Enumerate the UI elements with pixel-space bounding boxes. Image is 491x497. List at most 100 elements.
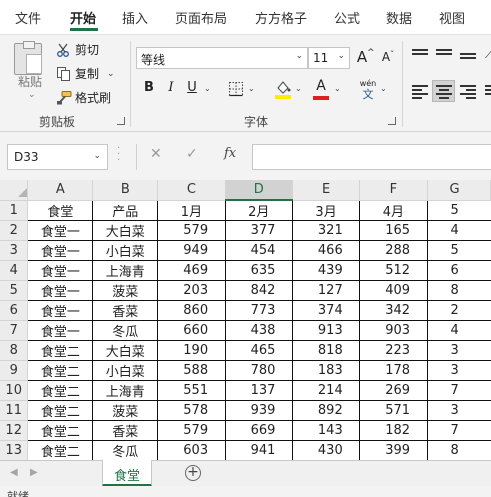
align-bottom-icon[interactable]: [460, 53, 476, 66]
cell[interactable]: 892: [291, 400, 361, 421]
column-header[interactable]: B: [92, 180, 159, 201]
cell[interactable]: 大白菜: [92, 340, 159, 361]
cell[interactable]: 食堂一: [27, 320, 94, 341]
name-box[interactable]: D33 ⌄: [7, 144, 108, 170]
tab-insert[interactable]: 插入: [122, 8, 148, 27]
cell[interactable]: 635: [224, 260, 293, 281]
row-header[interactable]: 9: [0, 360, 29, 381]
row-header[interactable]: 6: [0, 300, 29, 321]
cell[interactable]: 842: [224, 280, 293, 301]
chevron-down-icon[interactable]: ⌄: [334, 84, 341, 93]
cell[interactable]: 469: [157, 260, 226, 281]
cell[interactable]: 小白菜: [92, 240, 159, 261]
cell[interactable]: 食堂一: [27, 280, 94, 301]
row-header[interactable]: 7: [0, 320, 29, 341]
cell[interactable]: 上海青: [92, 380, 159, 401]
cell[interactable]: 冬瓜: [92, 320, 159, 341]
cell[interactable]: 6: [426, 260, 491, 281]
cell[interactable]: 食堂一: [27, 240, 94, 261]
cell[interactable]: 409: [359, 280, 428, 301]
font-name-select[interactable]: 等线 ⌄: [136, 47, 308, 69]
decrease-indent-icon[interactable]: [485, 85, 491, 98]
cell[interactable]: 冬瓜: [92, 440, 159, 460]
cell[interactable]: 143: [291, 420, 361, 441]
cell[interactable]: 菠菜: [92, 280, 159, 301]
cell[interactable]: 551: [157, 380, 226, 401]
cell[interactable]: 香菜: [92, 420, 159, 441]
cell[interactable]: 食堂二: [27, 360, 94, 381]
tab-view[interactable]: 视图: [439, 8, 465, 27]
cell[interactable]: 香菜: [92, 300, 159, 321]
font-dialog-launcher-icon[interactable]: [388, 117, 396, 125]
row-header[interactable]: 11: [0, 400, 29, 421]
align-center-icon[interactable]: [436, 85, 452, 99]
cell[interactable]: 214: [291, 380, 361, 401]
cell[interactable]: 399: [359, 440, 428, 460]
cell[interactable]: 818: [291, 340, 361, 361]
orientation-icon[interactable]: ⟋: [485, 47, 491, 62]
cell[interactable]: 8: [426, 440, 491, 460]
cell[interactable]: 190: [157, 340, 226, 361]
cell[interactable]: 439: [291, 260, 361, 281]
cell[interactable]: 342: [359, 300, 428, 321]
row-header[interactable]: 5: [0, 280, 29, 301]
cell[interactable]: 食堂一: [27, 220, 94, 241]
insert-function-button[interactable]: fx: [224, 146, 236, 161]
cell[interactable]: 3: [426, 400, 491, 421]
cell[interactable]: 288: [359, 240, 428, 261]
cell[interactable]: 7: [426, 420, 491, 441]
cell[interactable]: 780: [224, 360, 293, 381]
cell[interactable]: 上海青: [92, 260, 159, 281]
column-header[interactable]: G: [427, 180, 491, 201]
grow-font-button[interactable]: A ^: [354, 48, 375, 66]
cell[interactable]: 660: [157, 320, 226, 341]
cell[interactable]: 3: [426, 340, 491, 361]
fill-color-icon[interactable]: [274, 79, 292, 99]
format-painter-button[interactable]: 格式刷: [56, 89, 111, 106]
cell[interactable]: 454: [224, 240, 293, 261]
cell[interactable]: 127: [291, 280, 361, 301]
row-header[interactable]: 10: [0, 380, 29, 401]
tab-home[interactable]: 开始: [70, 8, 96, 27]
cell[interactable]: 食堂: [27, 199, 94, 221]
tab-fangfang-gezi[interactable]: 方方格子: [255, 8, 307, 27]
font-size-select[interactable]: 11 ⌄: [308, 47, 350, 69]
column-header[interactable]: C: [157, 180, 226, 201]
column-header[interactable]: A: [27, 180, 94, 201]
sheet-tab-active[interactable]: 食堂: [102, 460, 152, 487]
cut-button[interactable]: 剪切: [56, 41, 99, 58]
cell[interactable]: 588: [157, 360, 226, 381]
row-header[interactable]: 12: [0, 420, 29, 441]
align-right-icon[interactable]: [460, 85, 476, 99]
cell[interactable]: 269: [359, 380, 428, 401]
cell[interactable]: 430: [291, 440, 361, 460]
prev-sheet-icon[interactable]: ◀: [10, 467, 18, 478]
cell[interactable]: 1月: [157, 199, 226, 221]
cell[interactable]: 223: [359, 340, 428, 361]
cell[interactable]: 178: [359, 360, 428, 381]
cell[interactable]: 438: [224, 320, 293, 341]
cell[interactable]: 579: [157, 220, 226, 241]
align-top-icon[interactable]: [412, 49, 428, 62]
cell[interactable]: 4: [426, 320, 491, 341]
cell[interactable]: 669: [224, 420, 293, 441]
column-header-selected[interactable]: D: [225, 180, 293, 201]
row-header[interactable]: 1: [0, 200, 29, 221]
cell[interactable]: 913: [291, 320, 361, 341]
cell[interactable]: 949: [157, 240, 226, 261]
cell[interactable]: 465: [224, 340, 293, 361]
formula-input[interactable]: [252, 144, 491, 170]
row-header[interactable]: 8: [0, 340, 29, 361]
chevron-down-icon[interactable]: ⌄: [107, 69, 115, 79]
row-header[interactable]: 3: [0, 240, 29, 261]
cell[interactable]: 5: [426, 240, 491, 261]
cell[interactable]: 食堂二: [27, 380, 94, 401]
cell[interactable]: 203: [157, 280, 226, 301]
bold-button[interactable]: B: [141, 80, 157, 95]
font-color-button[interactable]: A: [313, 78, 329, 100]
clipboard-dialog-launcher-icon[interactable]: [117, 117, 125, 125]
chevron-down-icon[interactable]: ⌄: [380, 84, 387, 93]
align-middle-icon[interactable]: [436, 49, 452, 62]
cell[interactable]: 大白菜: [92, 220, 159, 241]
cell[interactable]: 773: [224, 300, 293, 321]
